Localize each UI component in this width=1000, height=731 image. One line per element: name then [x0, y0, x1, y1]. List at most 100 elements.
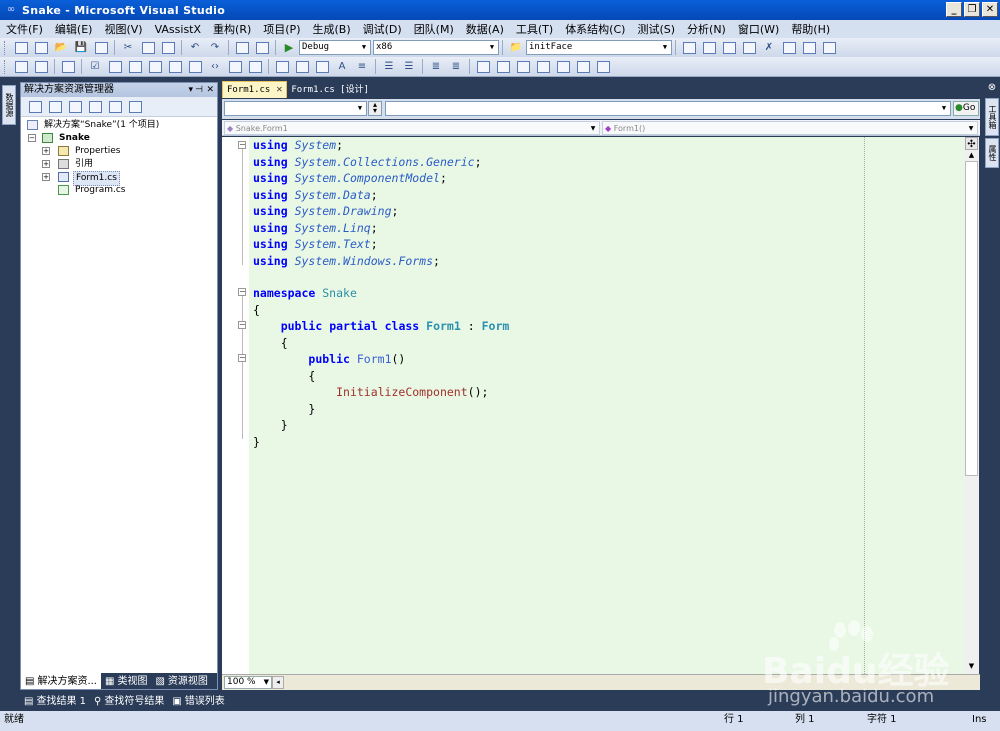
tools-icon[interactable]: ✗ [761, 40, 777, 55]
code-editor[interactable]: − − − − using System; using System.Colle… [222, 137, 979, 674]
data-sources-tab[interactable]: 数据源 [2, 85, 16, 125]
prev-bookmark-icon[interactable] [495, 59, 511, 74]
tree-solution[interactable]: 解决方案“Snake”(1 个项目) [21, 119, 217, 132]
menu-file[interactable]: 文件(F) [0, 21, 49, 37]
collapse-icon[interactable]: − [238, 141, 246, 149]
view-code-icon[interactable] [87, 99, 103, 114]
close-icon[interactable]: ✕ [206, 83, 214, 97]
tab-class-view[interactable]: ▦ 类视图 [101, 673, 151, 689]
expand-icon[interactable]: + [42, 147, 50, 155]
tab-form1-cs[interactable]: Form1.cs ✕ [222, 81, 288, 98]
comment-icon[interactable] [227, 59, 243, 74]
extension-manager-icon[interactable] [781, 40, 797, 55]
collapse-icon[interactable]: − [28, 134, 36, 142]
tree-item-properties[interactable]: + Properties [21, 145, 217, 158]
menu-window[interactable]: 窗口(W) [732, 21, 785, 37]
menu-debug[interactable]: 调试(D) [357, 21, 408, 37]
solution-config-select[interactable]: Debug ▼ [299, 40, 371, 55]
spin-icon[interactable]: ▴ ▾ [368, 101, 382, 116]
folder-icon[interactable] [107, 59, 123, 74]
pin-icon[interactable]: ⊣ [195, 83, 203, 97]
command-window-icon[interactable] [821, 40, 837, 55]
tree-item-program[interactable]: Program.cs [21, 184, 217, 197]
find-references-icon[interactable] [294, 59, 310, 74]
add-item-icon[interactable] [33, 40, 49, 55]
go-button[interactable]: ●Go [953, 101, 979, 116]
spell-icon[interactable]: A [334, 59, 350, 74]
menu-project[interactable]: 项目(P) [257, 21, 306, 37]
tree-item-references[interactable]: + 引用 [21, 158, 217, 171]
scroll-thumb[interactable] [965, 161, 978, 476]
tab-resource-view[interactable]: ▧ 资源视图 [151, 673, 211, 689]
member-icon[interactable] [147, 59, 163, 74]
bookmark-icon[interactable] [475, 59, 491, 74]
tree-project[interactable]: − Snake [21, 132, 217, 145]
grid-icon[interactable] [33, 59, 49, 74]
class-icon[interactable] [167, 59, 183, 74]
minimize-button[interactable]: _ [946, 2, 962, 17]
menu-analyze[interactable]: 分析(N) [681, 21, 732, 37]
member-navigator[interactable]: ◆ Form1() ▼ [602, 121, 978, 135]
properties-window-icon[interactable] [701, 40, 717, 55]
snippet-icon[interactable]: ‹› [207, 59, 223, 74]
navigate-forward-icon[interactable] [254, 40, 270, 55]
new-project-icon[interactable] [13, 40, 29, 55]
next-bookmark-folder-icon[interactable] [555, 59, 571, 74]
prev-bookmark-folder-icon[interactable] [535, 59, 551, 74]
menu-refactor[interactable]: 重构(R) [207, 21, 257, 37]
navigate-backward-icon[interactable] [234, 40, 250, 55]
view-designer-icon[interactable] [107, 99, 123, 114]
scroll-up-icon[interactable]: ▲ [965, 151, 978, 161]
uncomment-icon[interactable] [247, 59, 263, 74]
menu-build[interactable]: 生成(B) [306, 21, 356, 37]
align-icon[interactable] [13, 59, 29, 74]
undo-icon[interactable]: ↶ [187, 40, 203, 55]
copy-icon[interactable] [140, 40, 156, 55]
tab-find-results[interactable]: ▤ 查找结果 1 [20, 693, 90, 711]
expand-icon[interactable]: + [42, 160, 50, 168]
dropdown-icon[interactable]: ▾ [188, 83, 193, 97]
close-button[interactable]: ✕ [982, 2, 998, 17]
toolbox-tab[interactable]: 工具箱 [985, 98, 999, 136]
menu-test[interactable]: 测试(S) [631, 21, 681, 37]
menu-team[interactable]: 团队(M) [408, 21, 460, 37]
menu-view[interactable]: 视图(V) [98, 21, 148, 37]
refresh-icon[interactable] [67, 99, 83, 114]
next-bookmark-icon[interactable] [515, 59, 531, 74]
menu-edit[interactable]: 编辑(E) [49, 21, 99, 37]
show-all-files-icon[interactable] [47, 99, 63, 114]
find-in-files-icon[interactable]: 📁 [508, 40, 524, 55]
method-icon[interactable] [187, 59, 203, 74]
comment-lines-icon[interactable]: ≣ [428, 59, 444, 74]
clear-bookmarks-icon[interactable] [575, 59, 591, 74]
redo-icon[interactable]: ↷ [207, 40, 223, 55]
menu-tools[interactable]: 工具(T) [510, 21, 559, 37]
outdent-icon[interactable]: ☰ [381, 59, 397, 74]
scroll-left-icon[interactable]: ◂ [272, 676, 284, 689]
tree-item-form1[interactable]: + Form1.cs [21, 171, 217, 186]
tab-order-icon[interactable] [60, 59, 76, 74]
check-icon[interactable]: ☑ [87, 59, 103, 74]
find-combo[interactable]: initFace ▼ [526, 40, 672, 55]
object-browser-icon[interactable] [721, 40, 737, 55]
list-members-icon[interactable]: ≡ [354, 59, 370, 74]
restore-button[interactable]: ❐ [964, 2, 980, 17]
save-all-icon[interactable] [93, 40, 109, 55]
tab-find-symbol-results[interactable]: ⚲ 查找符号结果 [90, 693, 168, 711]
open-folder-icon[interactable]: 📂 [53, 40, 69, 55]
menu-architecture[interactable]: 体系结构(C) [559, 21, 631, 37]
zoom-select[interactable]: 100 % ▼ [224, 676, 272, 689]
class-navigator[interactable]: ◆ Snake.Form1 ▼ [224, 121, 600, 135]
expand-icon[interactable]: + [42, 173, 50, 181]
paste-icon[interactable] [160, 40, 176, 55]
solution-explorer-icon[interactable] [681, 40, 697, 55]
save-icon[interactable]: 💾 [73, 40, 89, 55]
tab-error-list[interactable]: ▣ 错误列表 [168, 693, 228, 711]
menu-vassistx[interactable]: VAssistX [149, 23, 207, 36]
close-tab-icon[interactable]: ✕ [276, 82, 282, 98]
find-input[interactable]: ▼ [385, 101, 951, 116]
toolbox-icon[interactable] [741, 40, 757, 55]
properties-tab[interactable]: 属性 [985, 138, 999, 168]
platform-select[interactable]: x86 ▼ [373, 40, 499, 55]
vertical-scrollbar[interactable]: ✣ ▲ ▼ [964, 137, 979, 674]
